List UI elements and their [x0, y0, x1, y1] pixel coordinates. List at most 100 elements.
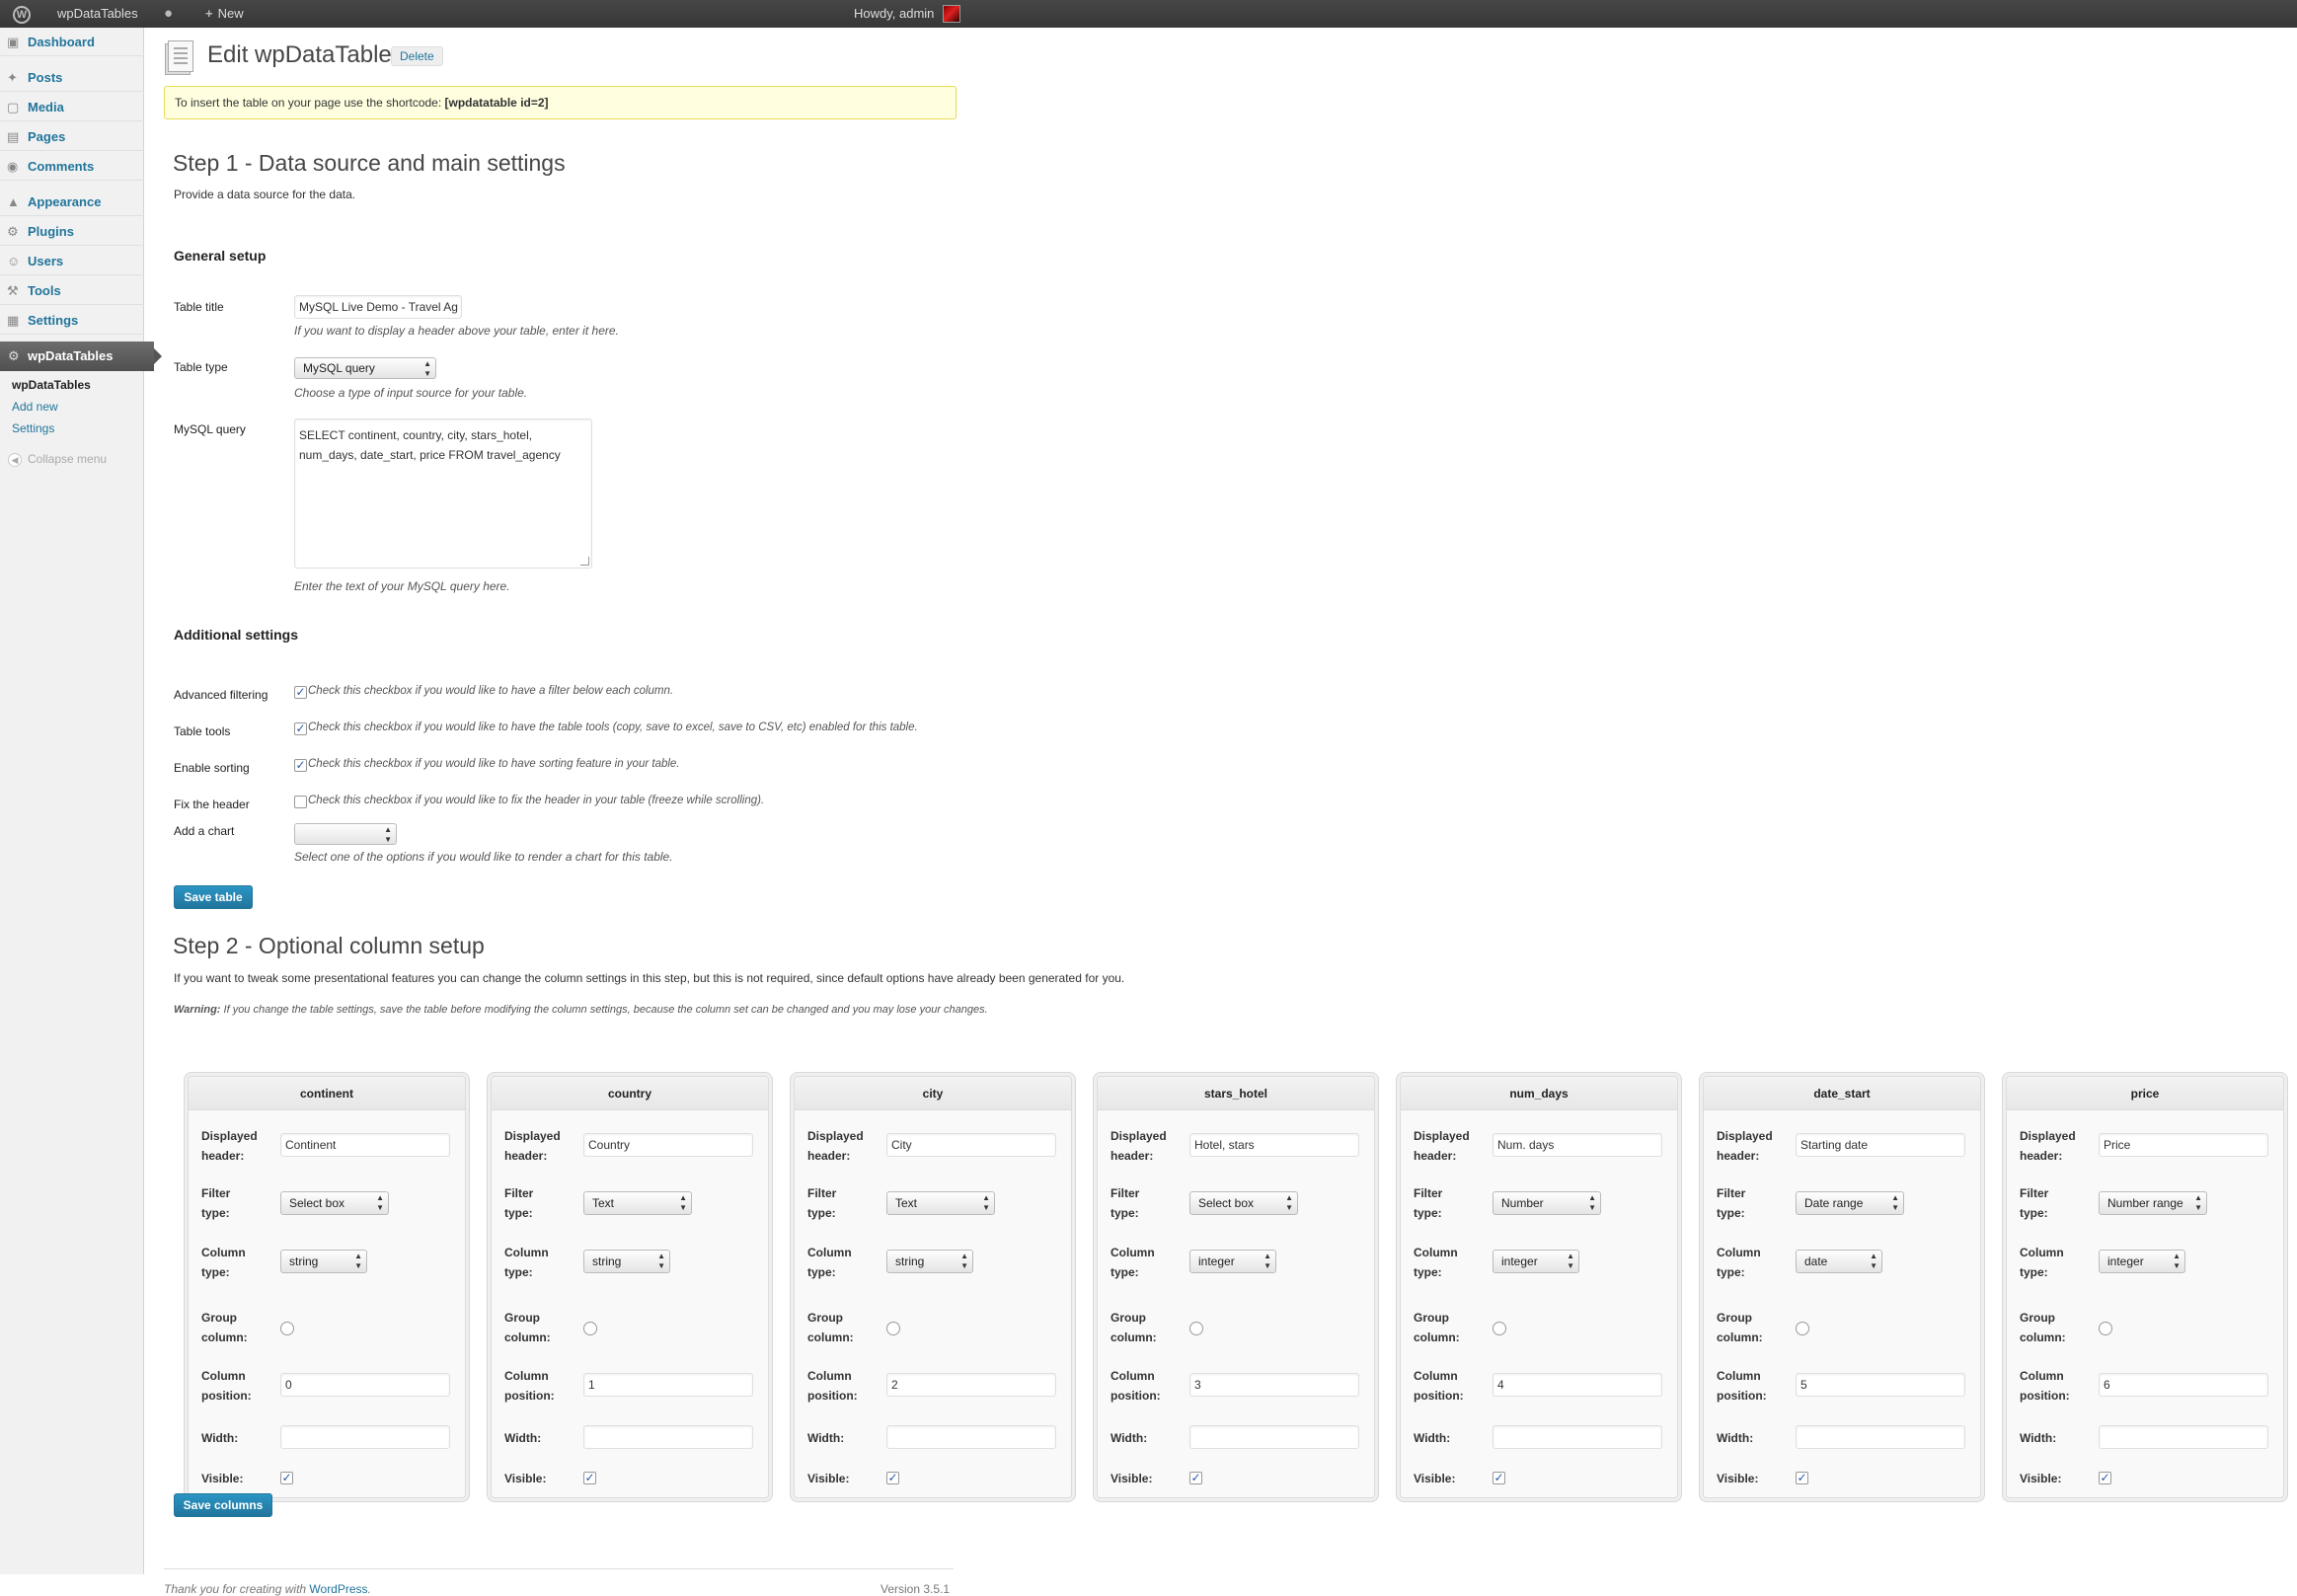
column-type-select[interactable]: string ▲ ▼ — [583, 1250, 670, 1273]
width-input[interactable] — [886, 1425, 1056, 1449]
table-title-input[interactable]: MySQL Live Demo - Travel Ag — [294, 295, 462, 319]
submenu-item-add-new[interactable]: Add new — [12, 400, 58, 414]
field-label-line: Displayed — [1414, 1129, 1470, 1143]
option-checkbox[interactable] — [294, 796, 307, 808]
column-type-select[interactable]: date ▲ ▼ — [1796, 1250, 1882, 1273]
howdy-user-menu[interactable]: Howdy, admin — [854, 0, 934, 28]
group-column-radio[interactable] — [886, 1322, 900, 1335]
displayed-header-input[interactable]: Starting date — [1796, 1133, 1965, 1157]
field-label-line: type: — [504, 1265, 533, 1279]
visible-checkbox[interactable]: ✓ — [583, 1472, 596, 1484]
group-column-radio[interactable] — [583, 1322, 597, 1335]
select-arrows-icon: ▲ ▼ — [423, 359, 431, 378]
column-type-select[interactable]: string ▲ ▼ — [280, 1250, 367, 1273]
filter-type-select[interactable]: Text ▲ ▼ — [886, 1191, 995, 1215]
add-chart-label: Add a chart — [174, 824, 235, 838]
field-label-line: Group — [201, 1311, 237, 1325]
wordpress-logo-icon[interactable]: W — [6, 0, 38, 28]
width-input[interactable] — [1796, 1425, 1965, 1449]
sidebar-item-users[interactable]: ☺ Users — [0, 248, 144, 275]
field-label: Column type: — [1717, 1243, 1786, 1282]
visible-checkbox[interactable]: ✓ — [1493, 1472, 1505, 1484]
field-label-line: type: — [1414, 1206, 1442, 1220]
width-input[interactable] — [2099, 1425, 2268, 1449]
group-column-radio[interactable] — [1493, 1322, 1506, 1335]
add-chart-select[interactable]: ▲ ▼ — [294, 823, 397, 845]
displayed-header-input[interactable]: Country — [583, 1133, 753, 1157]
field-label: Group column: — [201, 1308, 270, 1347]
option-label: Advanced filtering — [174, 688, 268, 702]
sidebar-item-appearance[interactable]: ▲ Appearance — [0, 189, 144, 216]
select-arrows-icon: ▲ ▼ — [657, 1252, 665, 1270]
displayed-header-input[interactable]: City — [886, 1133, 1056, 1157]
submenu-item-wpdatatables[interactable]: wpDataTables — [12, 378, 91, 392]
mysql-query-textarea[interactable]: SELECT continent, country, city, stars_h… — [294, 418, 592, 569]
avatar[interactable] — [943, 5, 960, 23]
comment-bubble-icon[interactable]: ● — [164, 0, 173, 28]
visible-checkbox[interactable]: ✓ — [1796, 1472, 1808, 1484]
option-checkbox[interactable]: ✓ — [294, 722, 307, 735]
width-input[interactable] — [1493, 1425, 1662, 1449]
submenu-item-settings[interactable]: Settings — [12, 421, 54, 435]
sidebar-item-comments[interactable]: ◉ Comments — [0, 153, 144, 181]
pages-icon: ▤ — [7, 129, 20, 144]
sidebar-item-label: Settings — [28, 313, 79, 328]
sidebar-item-wpdatatables[interactable]: ⚙ wpDataTables — [0, 342, 162, 371]
column-position-input[interactable]: 6 — [2099, 1373, 2268, 1397]
visible-checkbox[interactable]: ✓ — [1189, 1472, 1202, 1484]
new-content-button[interactable]: + New — [205, 0, 244, 28]
sidebar-item-settings[interactable]: ▦ Settings — [0, 307, 144, 335]
sidebar-item-media[interactable]: ▢ Media — [0, 94, 144, 121]
step1-description: Provide a data source for the data. — [174, 188, 356, 201]
group-column-radio[interactable] — [280, 1322, 294, 1335]
column-name: date_start — [1704, 1077, 1980, 1110]
displayed-header-input[interactable]: Price — [2099, 1133, 2268, 1157]
sidebar-item-pages[interactable]: ▤ Pages — [0, 123, 144, 151]
sidebar-item-plugins[interactable]: ⚙ Plugins — [0, 218, 144, 246]
option-checkbox[interactable]: ✓ — [294, 759, 307, 772]
group-column-radio[interactable] — [1189, 1322, 1203, 1335]
column-position-input[interactable]: 5 — [1796, 1373, 1965, 1397]
sidebar-item-dashboard[interactable]: ▣ Dashboard — [0, 29, 144, 56]
column-position-input[interactable]: 3 — [1189, 1373, 1359, 1397]
delete-button[interactable]: Delete — [391, 46, 443, 66]
column-position-input[interactable]: 2 — [886, 1373, 1056, 1397]
column-type-select[interactable]: integer ▲ ▼ — [2099, 1250, 2185, 1273]
filter-type-select[interactable]: Select box ▲ ▼ — [1189, 1191, 1298, 1215]
filter-type-select[interactable]: Date range ▲ ▼ — [1796, 1191, 1904, 1215]
save-columns-button[interactable]: Save columns — [174, 1493, 272, 1517]
appearance-icon: ▲ — [7, 194, 20, 209]
wordpress-link[interactable]: WordPress — [309, 1582, 367, 1596]
column-position-input[interactable]: 4 — [1493, 1373, 1662, 1397]
column-position-input[interactable]: 0 — [280, 1373, 450, 1397]
width-input[interactable] — [583, 1425, 753, 1449]
sidebar-item-posts[interactable]: ✦ Posts — [0, 64, 144, 92]
field-label-line: type: — [1717, 1265, 1745, 1279]
table-type-select[interactable]: MySQL query ▲ ▼ — [294, 357, 436, 379]
visible-checkbox[interactable]: ✓ — [886, 1472, 899, 1484]
visible-checkbox[interactable]: ✓ — [280, 1472, 293, 1484]
save-table-button[interactable]: Save table — [174, 885, 253, 909]
column-type-select[interactable]: integer ▲ ▼ — [1493, 1250, 1579, 1273]
sidebar-item-tools[interactable]: ⚒ Tools — [0, 277, 144, 305]
group-column-radio[interactable] — [2099, 1322, 2112, 1335]
option-checkbox[interactable]: ✓ — [294, 686, 307, 699]
displayed-header-input[interactable]: Hotel, stars — [1189, 1133, 1359, 1157]
filter-type-select[interactable]: Select box ▲ ▼ — [280, 1191, 389, 1215]
group-column-radio[interactable] — [1796, 1322, 1809, 1335]
filter-type-select[interactable]: Number ▲ ▼ — [1493, 1191, 1601, 1215]
displayed-header-input[interactable]: Num. days — [1493, 1133, 1662, 1157]
column-position-input[interactable]: 1 — [583, 1373, 753, 1397]
filter-type-select[interactable]: Number range ▲ ▼ — [2099, 1191, 2207, 1215]
width-input[interactable] — [280, 1425, 450, 1449]
sidebar-item-label: Appearance — [28, 194, 102, 209]
site-name-link[interactable]: wpDataTables — [57, 0, 138, 28]
collapse-menu-button[interactable]: ◀ Collapse menu — [8, 452, 107, 467]
filter-type-select[interactable]: Text ▲ ▼ — [583, 1191, 692, 1215]
column-type-select[interactable]: string ▲ ▼ — [886, 1250, 973, 1273]
displayed-header-input[interactable]: Continent — [280, 1133, 450, 1157]
width-input[interactable] — [1189, 1425, 1359, 1449]
visible-checkbox[interactable]: ✓ — [2099, 1472, 2111, 1484]
select-value: string — [895, 1254, 925, 1268]
column-type-select[interactable]: integer ▲ ▼ — [1189, 1250, 1276, 1273]
